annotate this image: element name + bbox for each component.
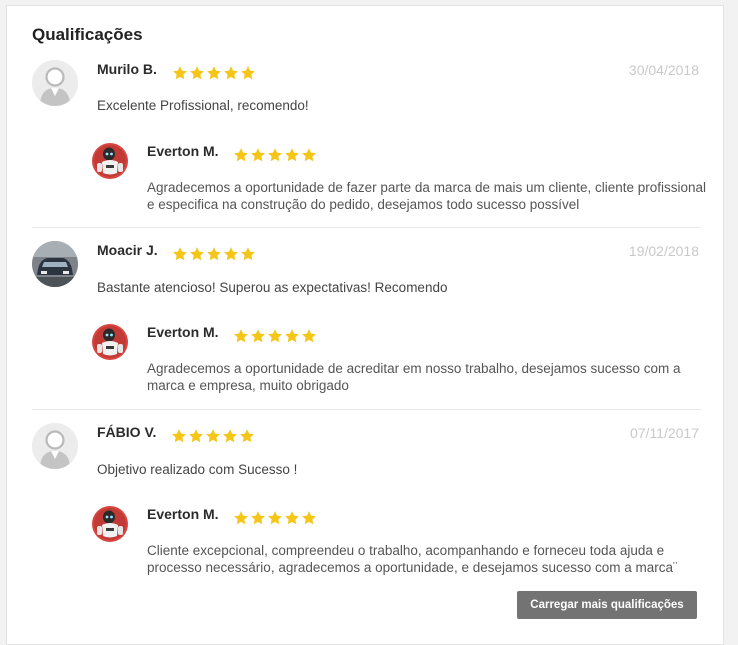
robot-avatar-icon bbox=[92, 143, 128, 179]
star-icon bbox=[172, 246, 188, 262]
star-icon bbox=[240, 65, 256, 81]
robot-avatar-icon bbox=[92, 506, 128, 542]
star-icon bbox=[223, 65, 239, 81]
star-icon bbox=[267, 147, 283, 163]
divider bbox=[32, 227, 701, 228]
review-comment: Bastante atencioso! Superou as expectati… bbox=[97, 280, 448, 295]
rating-stars bbox=[171, 428, 255, 444]
reply-author-name: Everton M. bbox=[147, 324, 219, 340]
car-photo-avatar-icon bbox=[32, 241, 78, 287]
reply-text: Agradecemos a oportunidade de acreditar … bbox=[147, 361, 681, 393]
star-icon bbox=[233, 510, 249, 526]
star-icon bbox=[189, 246, 205, 262]
star-icon bbox=[205, 428, 221, 444]
star-icon bbox=[284, 147, 300, 163]
star-icon bbox=[250, 510, 266, 526]
star-icon bbox=[239, 428, 255, 444]
section-title: Qualificações bbox=[32, 25, 143, 44]
star-icon bbox=[172, 65, 188, 81]
reply-author-name: Everton M. bbox=[147, 143, 219, 159]
star-icon bbox=[206, 65, 222, 81]
star-icon bbox=[284, 328, 300, 344]
star-icon bbox=[301, 328, 317, 344]
review-date: 07/11/2017 bbox=[629, 425, 699, 441]
divider bbox=[32, 409, 701, 410]
default-user-avatar-icon bbox=[32, 423, 78, 469]
rating-stars bbox=[172, 246, 256, 262]
reviewer-name: FÁBIO V. bbox=[97, 424, 157, 440]
reply-rating-stars bbox=[233, 328, 317, 344]
star-icon bbox=[222, 428, 238, 444]
reply-author-name: Everton M. bbox=[147, 506, 219, 522]
reviewer-name: Moacir J. bbox=[97, 242, 158, 258]
star-icon bbox=[171, 428, 187, 444]
star-icon bbox=[240, 246, 256, 262]
star-icon bbox=[250, 328, 266, 344]
reviews-card: Qualificações Murilo B. 30/04/2018 Excel… bbox=[6, 5, 724, 645]
star-icon bbox=[233, 147, 249, 163]
star-icon bbox=[206, 246, 222, 262]
rating-stars bbox=[172, 65, 256, 81]
star-icon bbox=[301, 147, 317, 163]
star-icon bbox=[188, 428, 204, 444]
star-icon bbox=[267, 328, 283, 344]
reviewer-name: Murilo B. bbox=[97, 61, 157, 77]
review-date: 30/04/2018 bbox=[628, 62, 699, 78]
load-more-button[interactable]: Carregar mais qualificações bbox=[517, 591, 697, 619]
star-icon bbox=[223, 246, 239, 262]
star-icon bbox=[284, 510, 300, 526]
star-icon bbox=[267, 510, 283, 526]
review-comment: Excelente Profissional, recomendo! bbox=[97, 98, 309, 113]
reply-text: Cliente excepcional, compreendeu o traba… bbox=[147, 543, 678, 575]
star-icon bbox=[301, 510, 317, 526]
reply-text: Agradecemos a oportunidade de fazer part… bbox=[147, 180, 707, 212]
reply-rating-stars bbox=[233, 510, 317, 526]
review-date: 19/02/2018 bbox=[628, 243, 699, 259]
review-comment: Objetivo realizado com Sucesso ! bbox=[97, 462, 298, 477]
default-user-avatar-icon bbox=[32, 60, 78, 106]
star-icon bbox=[233, 328, 249, 344]
star-icon bbox=[250, 147, 266, 163]
robot-avatar-icon bbox=[92, 324, 128, 360]
reply-rating-stars bbox=[233, 147, 317, 163]
star-icon bbox=[189, 65, 205, 81]
